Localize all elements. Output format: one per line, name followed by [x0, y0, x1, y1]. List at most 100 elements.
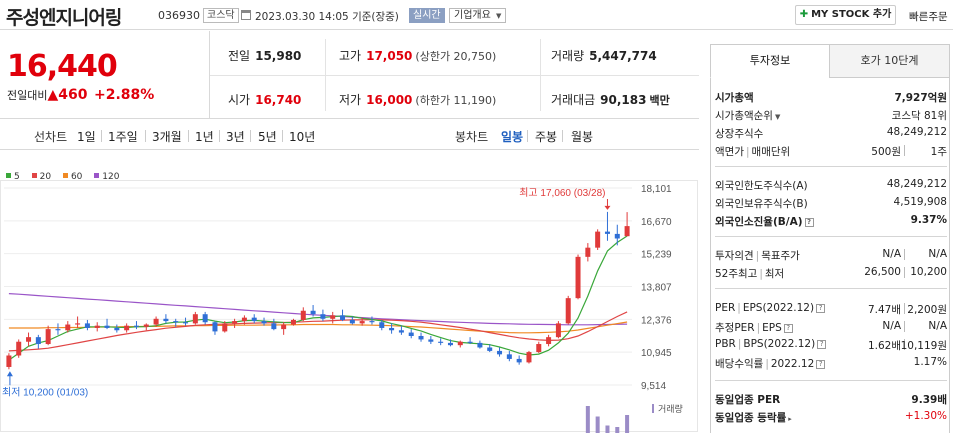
candle-body: [457, 341, 463, 346]
info-tabs: 투자정보 호가 10단계: [710, 44, 950, 78]
low-arrow-head: [6, 371, 13, 377]
row-market-cap-rank: 시가총액순위 ▼ 코스닥 81위: [715, 110, 947, 122]
candle-body: [389, 327, 395, 331]
candlestick-chart[interactable]: 18,101 16,670 15,239 13,807 12,376 10,945 9,51…: [0, 180, 699, 433]
volume: 거래량 5,447,774: [551, 49, 657, 63]
candle-body: [192, 314, 198, 324]
row-per-eps: PER | EPS(2022.12)? 7.47배 2,200원: [715, 302, 947, 316]
y-tick-label: 9,514: [641, 381, 666, 392]
y-tick-label: 16,670: [641, 217, 672, 228]
row-par-unit: 액면가 | 매매단위 500원 1주: [715, 145, 947, 158]
company-overview-dropdown[interactable]: 기업개요 ▼: [449, 8, 507, 23]
help-icon[interactable]: ?: [804, 218, 814, 227]
line-chart-label: 선차트: [34, 130, 68, 144]
candle-body: [359, 321, 365, 324]
candle-body: [438, 341, 444, 343]
high-arrow-head: [604, 205, 611, 210]
y-tick-label: 15,239: [641, 250, 672, 261]
candle-body: [604, 231, 610, 234]
period-daily[interactable]: 일봉: [501, 128, 523, 145]
prev-close: 전일 15,980: [228, 49, 302, 63]
candle-body: [555, 323, 561, 338]
candle-body: [55, 329, 61, 331]
candle-body: [232, 321, 238, 324]
my-stock-add-button[interactable]: ✚ MY STOCK 추가: [795, 5, 896, 25]
quick-order-link[interactable]: 빠른주문: [909, 9, 948, 24]
candle-body: [320, 314, 326, 319]
candle-body: [546, 337, 552, 345]
period-1w[interactable]: 1주일: [108, 128, 138, 145]
help-icon[interactable]: ?: [817, 340, 827, 349]
candle-body: [133, 325, 139, 327]
candle-body: [202, 314, 208, 323]
candle-body: [369, 321, 375, 323]
candle-body: [536, 344, 542, 353]
company-name: 주성엔지니어링: [6, 7, 122, 29]
tab-hoga-10[interactable]: 호가 10단계: [829, 44, 950, 78]
help-icon[interactable]: ?: [816, 304, 826, 313]
chart-frame: [0, 180, 698, 432]
candle-body: [624, 226, 630, 237]
period-1d[interactable]: 1일: [77, 128, 96, 145]
period-monthly[interactable]: 월봉: [571, 128, 593, 145]
row-foreign-ratio: 외국인소진율(B/A)? 9.37%: [715, 214, 947, 228]
candle-body: [281, 324, 287, 330]
stock-header: 주성엔지니어링 036930 코스닥 2023.03.30 14:05 기준(장…: [0, 0, 953, 30]
volume-bar: [595, 416, 600, 433]
help-icon[interactable]: ?: [816, 360, 826, 369]
help-icon[interactable]: ?: [783, 324, 793, 333]
candle-body: [340, 315, 346, 320]
period-1y[interactable]: 1년: [195, 128, 214, 145]
candle-body: [241, 317, 247, 322]
period-10y[interactable]: 10년: [289, 128, 315, 145]
tab-invest-info[interactable]: 투자정보: [710, 44, 830, 78]
trade-amount: 거래대금 90,183 백만: [551, 93, 670, 107]
candle-body: [183, 322, 189, 324]
candle-body: [526, 352, 532, 363]
realtime-button[interactable]: 실시간: [409, 8, 445, 23]
candle-body: [114, 327, 120, 331]
candle-body: [173, 321, 179, 323]
chevron-down-icon[interactable]: ▼: [775, 113, 780, 121]
quote-datetime: 2023.03.30 14:05 기준(장중): [255, 11, 399, 23]
candle-body: [45, 329, 51, 345]
candle-body: [94, 325, 100, 328]
up-triangle-icon: ▲: [47, 87, 59, 103]
period-weekly[interactable]: 주봉: [535, 128, 557, 145]
candle-body: [585, 247, 591, 257]
candle-body: [575, 256, 581, 299]
candle-body: [506, 354, 512, 359]
period-3y[interactable]: 3년: [226, 128, 245, 145]
candle-body: [467, 341, 473, 343]
invest-info-panel: 투자정보 호가 10단계 시가총액 7,927억원 시가총액순위 ▼ 코스닥 81위 …: [710, 44, 950, 433]
change-percent: +2.88%: [94, 87, 155, 103]
candle-body: [251, 317, 257, 322]
volume-bar: [605, 425, 610, 433]
candle-body: [261, 321, 267, 324]
candle-body: [6, 355, 12, 367]
candle-body: [35, 337, 41, 345]
period-3m[interactable]: 3개월: [152, 128, 182, 145]
candle-body: [212, 322, 218, 332]
candle-body: [398, 330, 404, 333]
candle-body: [104, 325, 110, 328]
period-5y[interactable]: 5년: [258, 128, 277, 145]
calendar-icon: [241, 10, 251, 20]
stock-code: 036930: [158, 9, 200, 22]
candle-body: [428, 339, 434, 342]
candle-body: [124, 325, 130, 331]
change-amount: 460: [58, 87, 88, 103]
y-tick-label: 12,376: [641, 315, 672, 326]
current-price: 16,440: [7, 49, 118, 84]
candle-body: [349, 319, 355, 324]
volume-bar: [585, 406, 590, 433]
candle-body: [330, 315, 336, 319]
volume-bar: [615, 427, 620, 433]
candle-body: [163, 318, 169, 322]
chevron-down-icon: ▼: [496, 12, 502, 20]
low-price: 저가 16,000 (하한가 11,190): [339, 93, 497, 107]
candle-body: [477, 342, 483, 348]
row-listed-shares: 상장주식수 48,249,212: [715, 126, 947, 140]
row-industry-per: 동일업종 PER 9.39배: [715, 394, 947, 406]
high-price: 고가 17,050 (상한가 20,750): [339, 49, 497, 63]
